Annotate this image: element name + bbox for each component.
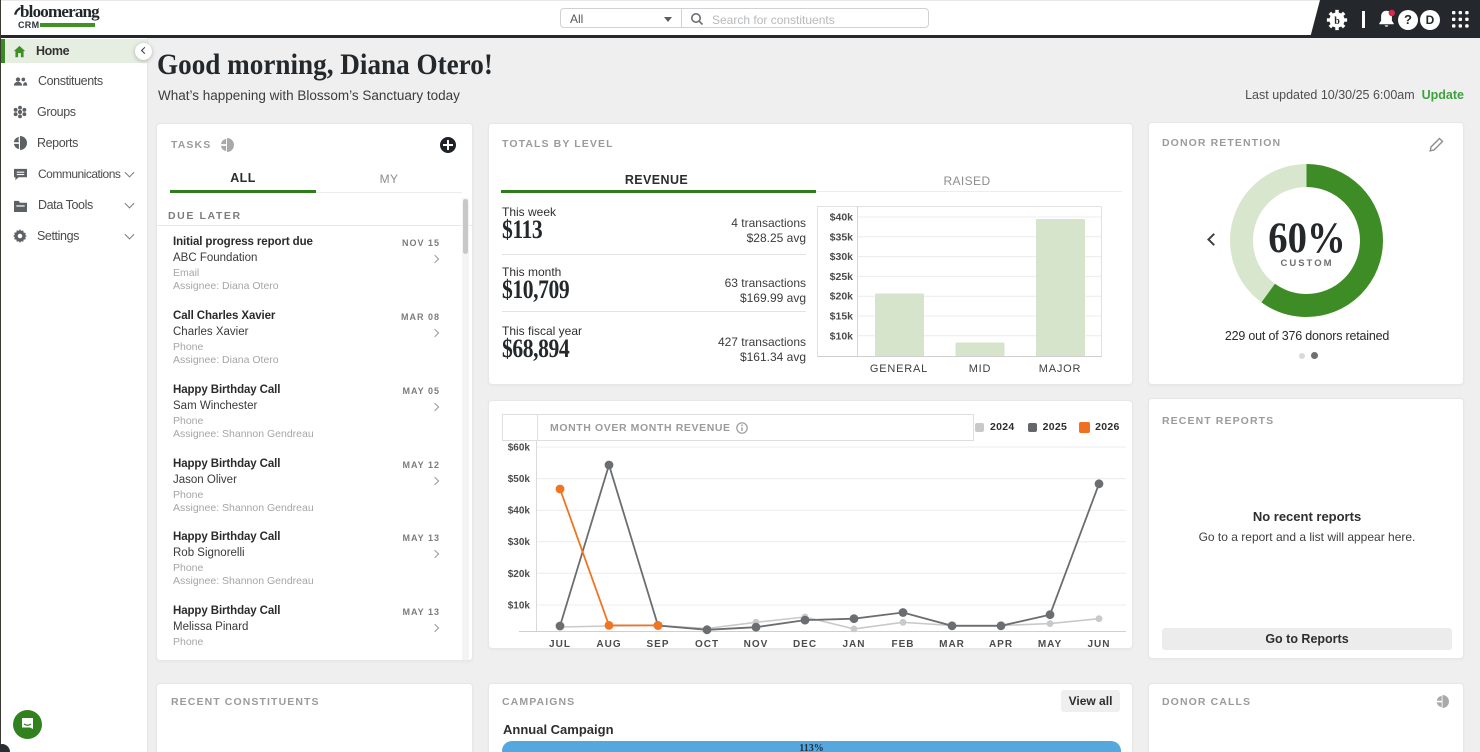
svg-text:NOV: NOV — [744, 639, 769, 650]
svg-text:$60k: $60k — [508, 443, 531, 454]
svg-text:SEP: SEP — [646, 639, 669, 650]
svg-text:$35k: $35k — [830, 231, 854, 243]
svg-text:OCT: OCT — [695, 639, 719, 650]
svg-text:$40k: $40k — [830, 212, 854, 224]
svg-text:$40k: $40k — [508, 506, 531, 517]
svg-text:MAR: MAR — [939, 639, 965, 650]
svg-text:MAY: MAY — [1038, 639, 1062, 650]
svg-text:$15k: $15k — [830, 311, 854, 323]
svg-text:JAN: JAN — [842, 639, 865, 650]
svg-text:$20k: $20k — [830, 291, 854, 303]
svg-text:$30k: $30k — [508, 537, 531, 548]
svg-text:$25k: $25k — [830, 271, 854, 283]
svg-text:JUL: JUL — [549, 639, 571, 650]
svg-text:MID: MID — [969, 363, 992, 375]
svg-text:b: b — [1334, 16, 1340, 27]
svg-text:MAJOR: MAJOR — [1039, 363, 1082, 375]
svg-text:FEB: FEB — [892, 639, 915, 650]
svg-text:$50k: $50k — [508, 474, 531, 485]
svg-text:GENERAL: GENERAL — [870, 363, 928, 375]
svg-text:DEC: DEC — [793, 639, 817, 650]
svg-text:APR: APR — [989, 639, 1013, 650]
svg-text:JUN: JUN — [1087, 639, 1110, 650]
svg-text:$10k: $10k — [508, 601, 531, 612]
svg-text:$20k: $20k — [508, 569, 531, 580]
svg-text:$10k: $10k — [830, 330, 854, 342]
svg-text:AUG: AUG — [596, 639, 621, 650]
svg-text:$30k: $30k — [830, 251, 854, 263]
